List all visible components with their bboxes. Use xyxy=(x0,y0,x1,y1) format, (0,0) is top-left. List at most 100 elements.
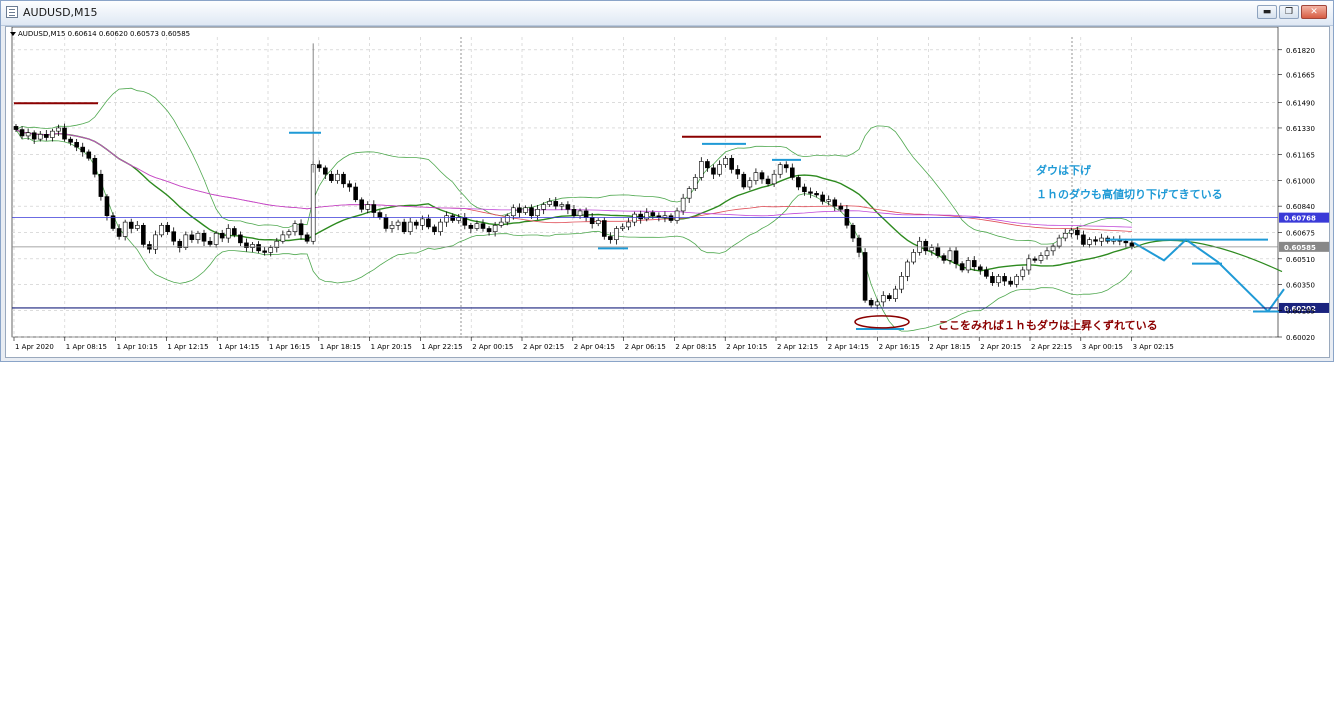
candle-body xyxy=(783,164,789,169)
candle-body xyxy=(141,224,146,245)
candle-body xyxy=(662,215,668,218)
price-label-text: 0.60585 xyxy=(1284,244,1316,252)
candle-body xyxy=(498,221,504,226)
candle-body xyxy=(978,266,983,271)
candle-body xyxy=(438,221,443,232)
candle-body xyxy=(219,232,225,239)
price-chart[interactable]: 0.607680.605850.60202 0.618200.616650.61… xyxy=(6,27,1329,357)
candle-body xyxy=(796,177,801,188)
candle-body xyxy=(50,130,55,138)
x-tick-label: 2 Apr 06:15 xyxy=(625,343,666,351)
x-tick-label: 1 Apr 10:15 xyxy=(117,343,158,351)
candle-body xyxy=(1002,276,1007,282)
candle-body xyxy=(262,250,267,253)
x-tick-label: 3 Apr 02:15 xyxy=(1133,343,1174,351)
candle-body xyxy=(947,250,953,261)
title-bar[interactable]: AUDUSD,M15 ▬ ❐ ✕ xyxy=(1,1,1333,26)
candle-body xyxy=(371,204,377,213)
candle-body xyxy=(808,191,813,194)
candle-body xyxy=(365,204,371,210)
candle-body xyxy=(474,223,480,229)
projected-zigzag-path xyxy=(1133,238,1269,313)
candle-body xyxy=(541,204,546,210)
x-tick-label: 1 Apr 2020 xyxy=(15,343,54,351)
moving-average-20-line xyxy=(15,128,1133,272)
candle-body xyxy=(1075,229,1080,236)
x-tick-label: 3 Apr 00:15 xyxy=(1082,343,1123,351)
candle-body xyxy=(753,172,759,181)
candle-body xyxy=(389,224,395,229)
chart-menu-triangle-icon[interactable] xyxy=(10,32,16,36)
candle-body xyxy=(965,260,971,271)
candle-body xyxy=(547,201,553,205)
candle-body xyxy=(686,188,692,199)
candle-body xyxy=(1020,269,1026,277)
candle-body xyxy=(959,263,965,271)
candle-body xyxy=(504,215,510,223)
candle-body xyxy=(511,207,516,217)
candle-body xyxy=(705,161,710,169)
minimize-button[interactable]: ▬ xyxy=(1257,5,1277,19)
candle-body xyxy=(207,240,213,245)
candle-body xyxy=(298,223,304,236)
candle-body xyxy=(838,205,844,210)
candle-body xyxy=(316,164,322,169)
candle-body xyxy=(929,247,935,252)
restore-button[interactable]: ❐ xyxy=(1279,5,1299,19)
x-tick-label: 1 Apr 08:15 xyxy=(66,343,107,351)
annotation-dow-down: ダウは下げ xyxy=(1036,163,1092,177)
candle-body xyxy=(1062,232,1068,239)
candle-body xyxy=(353,186,358,201)
candle-body xyxy=(553,201,559,207)
candle-body xyxy=(189,234,195,240)
candle-body xyxy=(256,244,261,252)
candle-body xyxy=(692,177,698,189)
y-tick-label: 0.61820 xyxy=(1286,47,1315,55)
window-title: AUDUSD,M15 xyxy=(23,6,98,19)
chart-area[interactable]: 0.60768 0.60585 0.60202 0.61820 0.61665 0.61… xyxy=(5,26,1330,358)
candle-body xyxy=(832,199,838,207)
candle-body xyxy=(359,199,364,210)
y-tick-label: 0.61490 xyxy=(1286,99,1315,107)
x-tick-label: 2 Apr 10:15 xyxy=(726,343,767,351)
candle-body xyxy=(383,217,389,229)
candle-body xyxy=(535,209,540,217)
candle-body xyxy=(122,221,128,237)
y-tick-label: 0.61665 xyxy=(1286,72,1315,80)
y-tick-label: 0.61000 xyxy=(1286,178,1315,186)
low-highlight-ellipse xyxy=(854,315,910,329)
plot-frame xyxy=(11,27,1279,338)
candle-body xyxy=(668,215,674,221)
candle-body xyxy=(329,173,334,181)
candle-body xyxy=(92,157,98,175)
candle-body xyxy=(31,132,37,140)
x-tick-label: 1 Apr 18:15 xyxy=(320,343,361,351)
candle-body xyxy=(802,186,807,193)
candle-body xyxy=(790,167,795,178)
candle-body xyxy=(134,224,140,229)
candle-body xyxy=(19,129,25,137)
candle-body xyxy=(856,237,862,253)
candle-body xyxy=(765,178,771,185)
candle-body xyxy=(183,234,189,248)
candle-body xyxy=(56,127,61,132)
x-tick-label: 1 Apr 14:15 xyxy=(218,343,259,351)
x-tick-label: 1 Apr 22:15 xyxy=(421,343,462,351)
candle-body xyxy=(468,224,474,229)
x-tick-label: 2 Apr 14:15 xyxy=(828,343,869,351)
candle-body xyxy=(1081,234,1086,245)
candle-body xyxy=(74,142,79,148)
candle-body xyxy=(577,210,583,217)
candle-body xyxy=(565,204,571,210)
candle-body xyxy=(201,232,207,242)
candle-body xyxy=(589,217,595,225)
candle-body xyxy=(680,197,686,212)
candle-body xyxy=(395,221,401,226)
candle-body xyxy=(620,226,625,229)
candle-body xyxy=(632,213,637,223)
candle-body xyxy=(699,161,704,178)
candle-body xyxy=(601,220,607,237)
close-button[interactable]: ✕ xyxy=(1301,5,1327,19)
candle-body xyxy=(559,204,565,207)
candle-body xyxy=(880,295,886,303)
